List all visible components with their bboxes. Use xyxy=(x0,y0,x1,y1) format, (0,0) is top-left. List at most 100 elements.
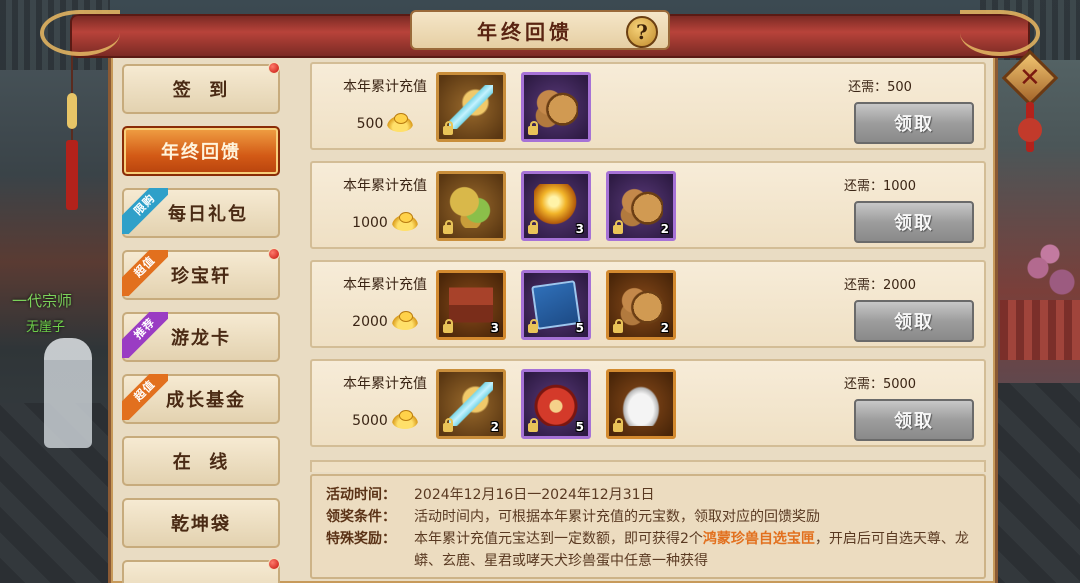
sidebar-item-online[interactable]: 在 线 xyxy=(122,436,280,486)
gift-chest-icon xyxy=(449,283,493,327)
item-count: 2 xyxy=(660,321,669,335)
reward-item[interactable] xyxy=(436,171,506,241)
amount-value: 2000 xyxy=(352,314,388,330)
item-count: 2 xyxy=(490,420,499,434)
special-reward-highlight[interactable]: 鸿蒙珍兽自选宝匣 xyxy=(703,531,815,547)
claim-button[interactable]: 领取 xyxy=(854,201,974,243)
notification-dot xyxy=(268,248,280,260)
reward-item[interactable] xyxy=(606,369,676,439)
hanging-lantern-decoration xyxy=(64,35,80,210)
special-reward-key: 特殊奖励： xyxy=(326,531,396,547)
copper-coins-icon xyxy=(619,283,663,327)
sidebar-item-daily-gift[interactable]: 限购 每日礼包 xyxy=(122,188,280,238)
sidebar-item-label: 游龙卡 xyxy=(171,328,231,349)
sidebar-item-label: 每日礼包 xyxy=(168,204,248,225)
sidebar-nav: 签 到 年终回馈 限购 每日礼包 超值 珍宝轩 推荐 游龙卡 超值 成长基金 在… xyxy=(118,62,284,583)
sidebar-item-qiankun-bag[interactable]: 乾坤袋 xyxy=(122,498,280,548)
reward-row-partial xyxy=(310,460,986,472)
row-amount: 500 xyxy=(330,113,440,132)
sidebar-item-partial[interactable] xyxy=(122,558,280,583)
jade-sword-icon xyxy=(449,85,493,129)
notification-dot xyxy=(268,62,280,74)
claim-condition-line: 领奖条件： 活动时间内，可根据本年累计充值的元宝数，领取对应的回馈奖励 xyxy=(326,506,974,528)
sidebar-item-signin[interactable]: 签 到 xyxy=(122,62,280,114)
claim-condition-value: 活动时间内，可根据本年累计充值的元宝数，领取对应的回馈奖励 xyxy=(414,509,820,525)
item-count: 3 xyxy=(575,222,584,236)
special-text-pre: 本年累计充值元宝达到一定数额，即可获得2个 xyxy=(414,531,703,547)
sidebar-item-label: 年终回馈 xyxy=(161,142,241,163)
row-label: 本年累计充值 xyxy=(343,178,427,194)
event-time-value: 2024年12月16日一2024年12月31日 xyxy=(414,487,655,503)
value-tag: 超值 xyxy=(122,250,168,296)
flower-bush xyxy=(1020,240,1080,310)
special-reward-line: 特殊奖励： 本年累计充值元宝达到一定数额，即可获得2个鸿蒙珍兽自选宝匣，开启后可… xyxy=(326,528,974,572)
reward-item[interactable]: 5 xyxy=(521,369,591,439)
sidebar-item-dragon-card[interactable]: 推荐 游龙卡 xyxy=(122,312,280,362)
jade-sword-icon xyxy=(449,382,493,426)
lock-icon xyxy=(443,220,453,234)
claim-condition-key: 领奖条件： xyxy=(326,509,396,525)
amount-value: 1000 xyxy=(352,215,388,231)
gold-ingot-icon xyxy=(391,410,418,429)
reward-item[interactable]: 2 xyxy=(606,171,676,241)
close-x-icon: ✕ xyxy=(1019,62,1041,93)
item-count: 5 xyxy=(575,420,584,434)
item-count: 5 xyxy=(575,321,584,335)
npc-title[interactable]: 一代宗师 xyxy=(12,290,72,311)
remaining-label: 还需：1000 xyxy=(843,179,917,194)
lock-icon xyxy=(528,220,538,234)
event-time-key: 活动时间： xyxy=(326,487,396,503)
close-knot-decoration xyxy=(1018,118,1042,142)
reward-row-5000: 本年累计充值 5000 2 5 还需：5000 领取 xyxy=(310,359,986,447)
claim-button[interactable]: 领取 xyxy=(854,399,974,441)
remaining-label: 还需：500 xyxy=(848,80,912,95)
reward-row-500: 本年累计充值 500 还需：500 领取 xyxy=(310,62,986,150)
claim-button[interactable]: 领取 xyxy=(854,102,974,144)
reward-item[interactable]: 3 xyxy=(436,270,506,340)
reward-row-2000: 本年累计充值 2000 3 5 2 还需：2000 领取 xyxy=(310,260,986,348)
reward-item[interactable] xyxy=(521,72,591,142)
sidebar-item-growth-fund[interactable]: 超值 成长基金 xyxy=(122,374,280,424)
reward-item[interactable]: 5 xyxy=(521,270,591,340)
lock-icon xyxy=(443,418,453,432)
reward-item[interactable]: 3 xyxy=(521,171,591,241)
lock-icon xyxy=(528,418,538,432)
cloud-ornament-left xyxy=(40,10,120,56)
sidebar-item-treasure-pavilion[interactable]: 超值 珍宝轩 xyxy=(122,248,280,300)
row-label: 本年累计充值 xyxy=(343,277,427,293)
claim-button[interactable]: 领取 xyxy=(854,300,974,342)
amount-value: 500 xyxy=(356,116,384,132)
reward-list[interactable]: 本年累计充值 500 还需：500 领取 本年累计充值 1000 3 2 还需：… xyxy=(310,62,986,472)
event-info-box: 活动时间： 2024年12月16日一2024年12月31日 领奖条件： 活动时间… xyxy=(310,474,986,579)
skill-book-icon xyxy=(531,280,581,330)
sidebar-item-label: 乾坤袋 xyxy=(171,514,231,535)
copper-coins-icon xyxy=(534,85,578,129)
gold-ore-icon xyxy=(449,184,493,228)
remaining-label: 还需：2000 xyxy=(843,278,917,293)
sidebar-item-label: 成长基金 xyxy=(166,390,246,411)
npc-name[interactable]: 无崖子 xyxy=(26,316,65,335)
lock-icon xyxy=(613,220,623,234)
page-title: 年终回馈 xyxy=(477,19,573,44)
notification-dot xyxy=(268,558,280,570)
npc-character[interactable] xyxy=(44,338,92,448)
copper-coins-icon xyxy=(619,184,663,228)
value-tag: 超值 xyxy=(122,374,168,420)
lock-icon xyxy=(613,418,623,432)
lock-icon xyxy=(613,319,623,333)
special-reward-value: 本年累计充值元宝达到一定数额，即可获得2个鸿蒙珍兽自选宝匣，开启后可自选天尊、龙… xyxy=(414,528,974,572)
reward-item[interactable] xyxy=(436,72,506,142)
reward-item[interactable]: 2 xyxy=(606,270,676,340)
gold-ingot-icon xyxy=(391,311,418,330)
help-question-icon[interactable]: ? xyxy=(626,16,658,48)
sidebar-item-year-end-rebate[interactable]: 年终回馈 xyxy=(122,126,280,176)
gold-ingot-icon xyxy=(391,212,418,231)
remaining-label: 还需：5000 xyxy=(843,377,917,392)
lock-icon xyxy=(443,121,453,135)
amount-value: 5000 xyxy=(352,413,388,429)
reward-item[interactable]: 2 xyxy=(436,369,506,439)
silver-ingot-icon xyxy=(619,382,663,426)
gold-ingot-icon xyxy=(387,113,414,132)
row-label: 本年累计充值 xyxy=(343,79,427,95)
event-time-line: 活动时间： 2024年12月16日一2024年12月31日 xyxy=(326,484,974,506)
